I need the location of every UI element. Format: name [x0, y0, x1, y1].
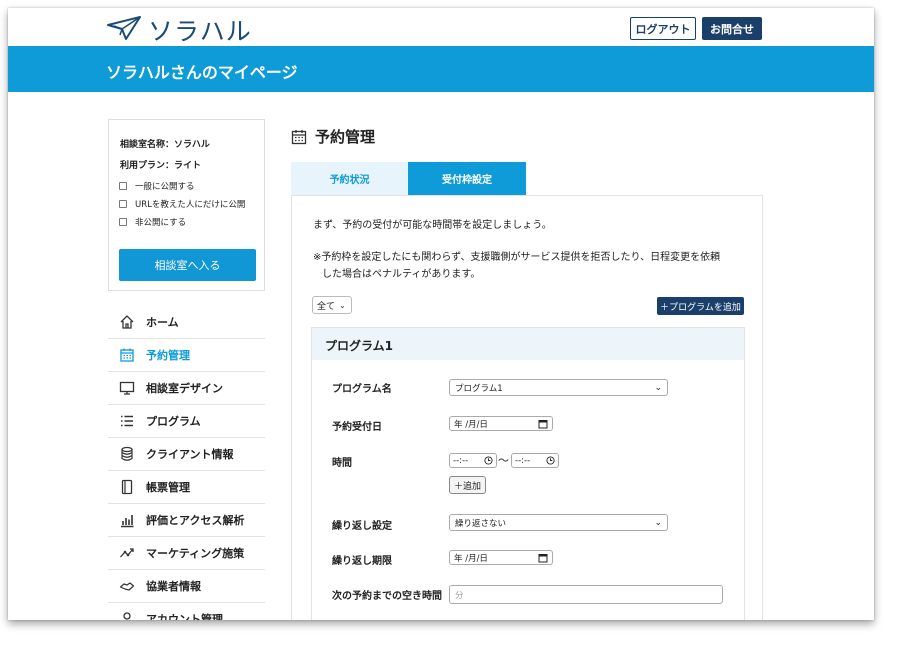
visibility-option-label: URLを教えた人にだけに公開 — [135, 200, 246, 210]
clock-icon — [484, 456, 493, 465]
visibility-option-label: 一般に公開する — [135, 182, 195, 192]
database-icon — [118, 445, 136, 463]
bar-chart-icon — [118, 511, 136, 529]
time-label: 時間 — [332, 458, 352, 469]
penalty-note-line2: した場合はペナルティがあります。 — [322, 269, 481, 280]
tab-slot-settings[interactable]: 受付枠設定 — [408, 162, 526, 195]
chevron-down-icon: ⌄ — [654, 517, 662, 528]
date-placeholder: 年 /月/日 — [454, 419, 488, 430]
sidebar-item-marketing[interactable]: マーケティング施策 — [108, 537, 265, 570]
time-placeholder: --:-- — [453, 455, 469, 466]
sidebar-item-label: 帳票管理 — [146, 481, 190, 494]
time-range: --:-- 〜 --:-- — [449, 453, 569, 469]
calendar-icon — [291, 129, 307, 145]
sidebar-item-clients[interactable]: クライアント情報 — [108, 438, 265, 471]
slot-settings-panel: まず、予約の受付が可能な時間帯を設定しましょう。 ※予約枠を設定したにも関わらず… — [291, 195, 763, 620]
sidebar-item-programs[interactable]: プログラム — [108, 405, 265, 438]
visibility-option-url-only[interactable]: URLを教えた人にだけに公開 — [119, 198, 245, 210]
visibility-option-label: 非公開にする — [135, 218, 187, 228]
calendar-icon — [538, 419, 548, 429]
add-time-button[interactable]: ＋追加 — [449, 476, 486, 494]
start-time-input[interactable]: --:-- — [449, 453, 497, 468]
list-icon — [118, 412, 136, 430]
repeat-until-label: 繰り返し期限 — [332, 556, 392, 567]
checkbox[interactable] — [119, 218, 127, 226]
add-program-button[interactable]: ＋プログラムを追加 — [657, 297, 744, 315]
logo-text: ソラハル — [148, 17, 252, 46]
page-banner: ソラハルさんのマイページ — [8, 46, 874, 92]
gap-time-label: 次の予約までの空き時間 — [332, 591, 442, 602]
sidebar-item-partners[interactable]: 協業者情報 — [108, 570, 265, 603]
page-title: 予約管理 — [291, 126, 375, 147]
repeat-setting-value: 繰り返さない — [455, 518, 507, 529]
app-window: ソラハル ログアウト お問合せ ソラハルさんのマイページ 相談室名称：ソラハル … — [8, 8, 874, 620]
chevron-down-icon: ⌄ — [339, 300, 346, 310]
sidebar-item-label: 相談室デザイン — [146, 382, 223, 395]
checkbox[interactable] — [119, 200, 127, 208]
top-header: ソラハル ログアウト お問合せ — [8, 8, 874, 46]
end-time-input[interactable]: --:-- — [511, 453, 559, 468]
reservation-date-input[interactable]: 年 /月/日 — [449, 416, 553, 431]
enter-room-button[interactable]: 相談室へ入る — [119, 249, 256, 281]
date-placeholder: 年 /月/日 — [454, 553, 488, 564]
repeat-setting-label: 繰り返し設定 — [332, 521, 392, 532]
logout-button[interactable]: ログアウト — [630, 17, 696, 40]
user-icon — [118, 610, 136, 620]
sidebar-item-label: マーケティング施策 — [146, 547, 245, 560]
sidebar-item-label: 予約管理 — [146, 349, 190, 362]
time-placeholder: --:-- — [515, 455, 531, 466]
visibility-option-public[interactable]: 一般に公開する — [119, 180, 195, 192]
monitor-icon — [118, 379, 136, 397]
intro-text: まず、予約の受付が可能な時間帯を設定しましょう。 — [313, 220, 552, 231]
logo[interactable]: ソラハル — [106, 12, 252, 48]
contact-button[interactable]: お問合せ — [702, 17, 762, 40]
program-filter-select[interactable]: 全て ⌄ — [312, 296, 352, 314]
tab-reservation-status[interactable]: 予約状況 — [291, 162, 408, 195]
checkbox[interactable] — [119, 182, 127, 190]
sidebar-item-analytics[interactable]: 評価とアクセス解析 — [108, 504, 265, 537]
repeat-setting-select[interactable]: 繰り返さない ⌄ — [449, 514, 668, 531]
program-name-value: プログラム1 — [455, 383, 503, 394]
chevron-down-icon: ⌄ — [654, 382, 662, 393]
sidebar-item-label: プログラム — [146, 415, 201, 428]
program-card-title: プログラム1 — [325, 339, 393, 353]
program-card: プログラム1 プログラム名 プログラム1 ⌄ 予約受付日 年 /月/日 時間 -… — [311, 327, 745, 620]
sidebar-item-label: 協業者情報 — [146, 580, 201, 593]
program-filter-value: 全て — [317, 301, 336, 312]
room-info-card: 相談室名称：ソラハル 利用プラン：ライト 一般に公開する URLを教えた人にだけ… — [108, 119, 265, 291]
tilde-separator: 〜 — [498, 454, 509, 467]
sidebar-item-account[interactable]: アカウント管理 — [108, 603, 265, 620]
sidebar-item-reservations[interactable]: 予約管理 — [108, 339, 265, 372]
gap-time-input[interactable]: 分 — [449, 585, 723, 604]
room-name: 相談室名称：ソラハル — [120, 140, 210, 150]
sidebar-item-home[interactable]: ホーム — [108, 306, 265, 339]
sidebar-item-documents[interactable]: 帳票管理 — [108, 471, 265, 504]
sidebar-item-room-design[interactable]: 相談室デザイン — [108, 372, 265, 405]
gap-time-placeholder: 分 — [455, 590, 464, 601]
page-title-text: 予約管理 — [315, 128, 376, 146]
calendar-icon — [118, 346, 136, 364]
sidebar-item-label: クライアント情報 — [146, 448, 234, 461]
sidebar-item-label: アカウント管理 — [146, 613, 223, 620]
paper-plane-icon — [106, 15, 142, 45]
calendar-icon — [538, 553, 548, 563]
document-icon — [118, 478, 136, 496]
trend-icon — [118, 544, 136, 562]
clock-icon — [546, 456, 555, 465]
sidebar-item-label: ホーム — [146, 316, 179, 329]
sidebar-item-label: 評価とアクセス解析 — [146, 514, 245, 527]
plan-name: 利用プラン：ライト — [120, 161, 202, 171]
handshake-icon — [118, 577, 136, 595]
program-name-select[interactable]: プログラム1 ⌄ — [449, 379, 668, 396]
program-name-label: プログラム名 — [332, 384, 392, 395]
visibility-option-private[interactable]: 非公開にする — [119, 216, 186, 228]
program-card-header: プログラム1 — [312, 328, 744, 360]
repeat-until-input[interactable]: 年 /月/日 — [449, 550, 553, 565]
penalty-note-line1: ※予約枠を設定したにも関わらず、支援職側がサービス提供を拒否したり、日程変更を依… — [313, 252, 721, 263]
reservation-date-label: 予約受付日 — [332, 422, 382, 433]
home-icon — [118, 313, 136, 331]
banner-title: ソラハルさんのマイページ — [106, 63, 298, 82]
